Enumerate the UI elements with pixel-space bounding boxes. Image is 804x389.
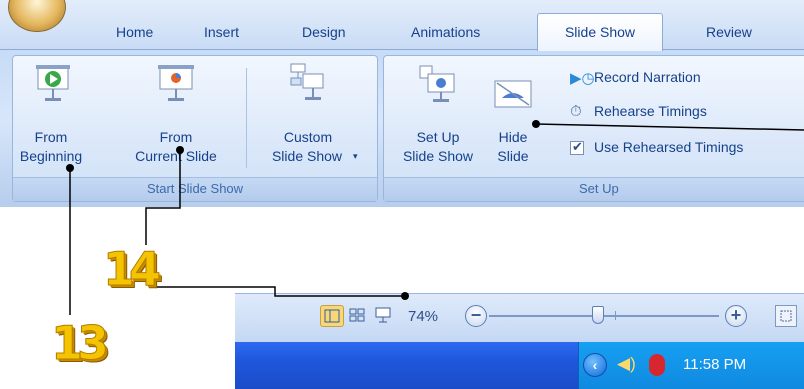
callout-lines: [66, 120, 804, 315]
callout-label-14: 14: [102, 242, 161, 297]
callout-label-13: 13: [50, 316, 109, 371]
callout-line-hide-slide: [535, 123, 804, 131]
callout-line-14-ribbon: [145, 150, 181, 245]
callout-dot-14-status: [401, 292, 409, 300]
callout-line-14-status: [155, 286, 405, 297]
